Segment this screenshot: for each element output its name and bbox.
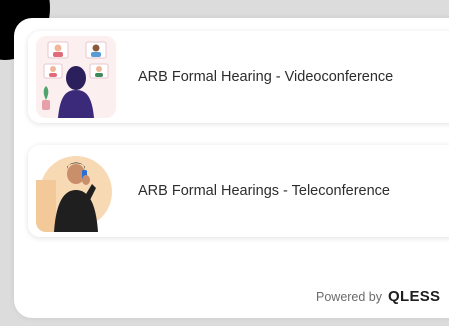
qless-logo[interactable]: QLESS <box>388 288 440 305</box>
page: ARB Formal Hearing - Videoconference ARB… <box>0 0 449 326</box>
service-card-videoconference[interactable]: ARB Formal Hearing - Videoconference <box>28 31 449 123</box>
service-card-teleconference[interactable]: ARB Formal Hearings - Teleconference <box>28 145 449 237</box>
teleconference-illustration-icon <box>36 150 116 232</box>
videoconference-illustration-icon <box>36 36 116 118</box>
powered-by-text: Powered by <box>316 289 383 304</box>
service-label: ARB Formal Hearing - Videoconference <box>138 69 394 85</box>
service-label: ARB Formal Hearings - Teleconference <box>138 183 390 199</box>
powered-by-footer: Powered by QLESS <box>316 288 440 305</box>
